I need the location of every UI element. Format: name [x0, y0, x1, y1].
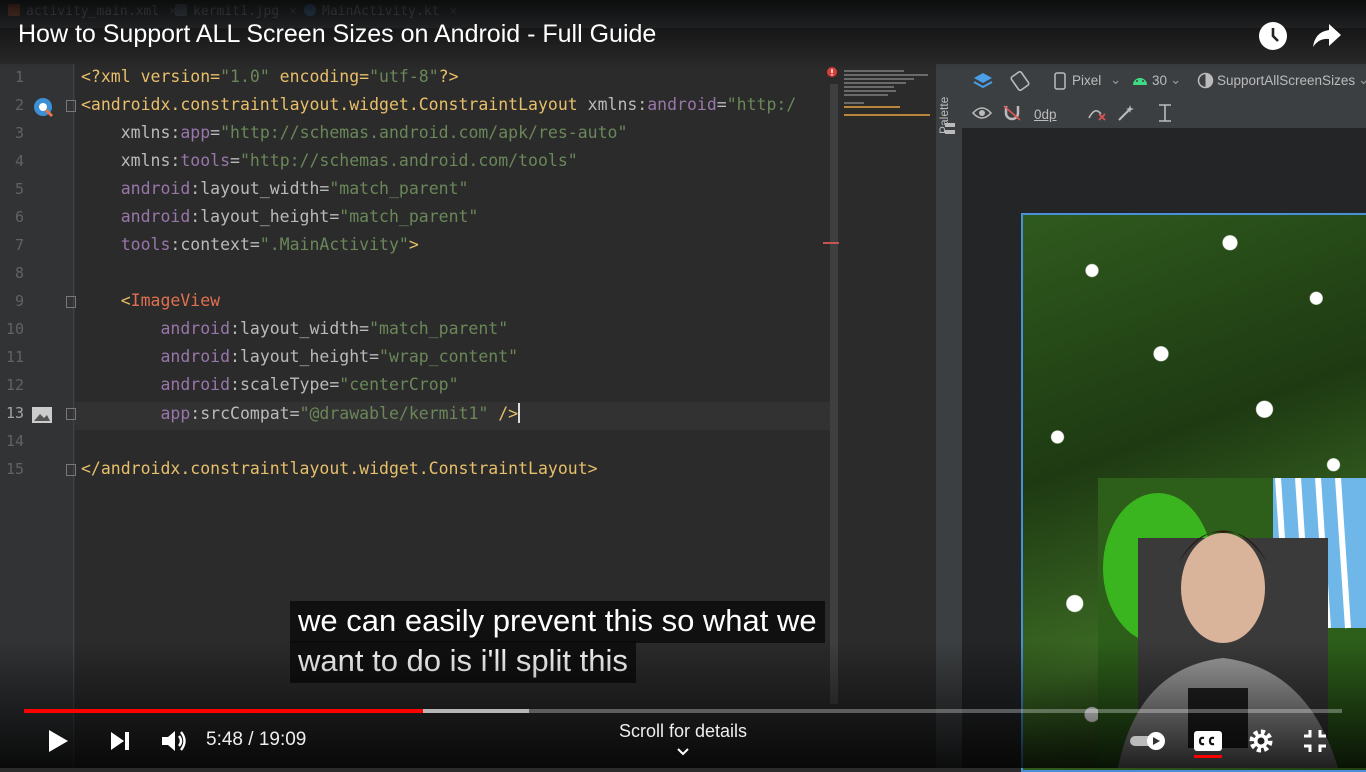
webcam-video: [1098, 478, 1366, 768]
design-toolbar: Pixel ⌄ 30 ⌄ SupportAllScreenSizes ⌄ 0dp: [962, 64, 1366, 128]
code-line-15[interactable]: </androidx.constraintlayout.widget.Const…: [81, 459, 598, 478]
progress-bar-played[interactable]: [24, 709, 423, 713]
line-number: 8: [14, 264, 24, 282]
xml-file-icon: [8, 4, 20, 16]
chevron-down-icon[interactable]: [675, 744, 691, 760]
code-line-12[interactable]: android:scaleType="centerCrop": [81, 375, 458, 394]
code-line-4[interactable]: xmlns:tools="http://schemas.android.com/…: [81, 151, 578, 170]
line-number: 12: [5, 376, 24, 394]
line-number: 5: [14, 180, 24, 198]
palette-strip[interactable]: [936, 64, 962, 768]
time-display: 5:48 / 19:09: [206, 729, 307, 750]
chevron-down-icon[interactable]: ⌄: [1170, 72, 1181, 88]
code-line-1[interactable]: <?xml version="1.0" encoding="utf-8"?>: [81, 67, 459, 86]
image-file-icon: [175, 4, 187, 16]
line-number: 3: [14, 124, 24, 142]
line-number: 14: [5, 432, 24, 450]
android-activity-icon[interactable]: [32, 96, 54, 118]
editor-scrollbar[interactable]: [830, 84, 838, 704]
subtitles-button[interactable]: [1193, 728, 1223, 758]
theme-icon[interactable]: [1197, 72, 1214, 89]
video-title[interactable]: How to Support ALL Screen Sizes on Andro…: [18, 20, 656, 49]
code-line-11[interactable]: android:layout_height="wrap_content": [81, 347, 518, 366]
code-minimap[interactable]: [840, 64, 935, 768]
error-indicator-icon[interactable]: [827, 67, 837, 77]
code-line-10[interactable]: android:layout_width="match_parent": [81, 319, 508, 338]
code-line-13[interactable]: app:srcCompat="@drawable/kermit1" />: [81, 403, 521, 423]
magic-wand-icon[interactable]: [1117, 104, 1135, 122]
guidelines-icon[interactable]: [1158, 104, 1172, 122]
code-line-6[interactable]: android:layout_height="match_parent": [81, 207, 479, 226]
magnet-off-icon[interactable]: [1002, 104, 1022, 122]
watch-later-icon[interactable]: [1257, 20, 1289, 52]
exit-fullscreen-icon[interactable]: [1302, 728, 1328, 754]
image-preview-icon[interactable]: [31, 406, 53, 424]
eye-icon[interactable]: [972, 106, 992, 120]
line-number: 13: [5, 404, 24, 422]
line-number: 9: [14, 292, 24, 310]
default-margin-selector[interactable]: 0dp: [1034, 107, 1057, 122]
api-level-selector[interactable]: 30: [1152, 73, 1167, 88]
code-line-3[interactable]: xmlns:app="http://schemas.android.com/ap…: [81, 123, 628, 142]
settings-gear-icon[interactable]: [1247, 727, 1275, 755]
chevron-down-icon[interactable]: ⌄: [1358, 72, 1366, 88]
layers-icon[interactable]: [972, 70, 994, 92]
play-button[interactable]: [46, 728, 70, 754]
error-stripe-marker[interactable]: [823, 242, 839, 244]
line-number: 7: [14, 236, 24, 254]
clear-constraints-icon[interactable]: [1087, 104, 1107, 122]
kotlin-file-icon: [304, 4, 316, 16]
palette-tab[interactable]: Palette: [937, 80, 961, 150]
next-button[interactable]: [108, 729, 132, 753]
line-number: 15: [5, 460, 24, 478]
device-phone-icon[interactable]: [1054, 72, 1066, 90]
line-number: 11: [5, 348, 24, 366]
chevron-down-icon[interactable]: ⌄: [1110, 72, 1121, 88]
close-icon[interactable]: ×: [289, 4, 297, 19]
fold-icon[interactable]: [66, 464, 76, 476]
line-number: 10: [5, 320, 24, 338]
orientation-icon[interactable]: [1009, 70, 1031, 92]
autoplay-toggle[interactable]: [1129, 731, 1167, 751]
code-line-2[interactable]: <androidx.constraintlayout.widget.Constr…: [81, 95, 796, 114]
theme-selector[interactable]: SupportAllScreenSizes: [1217, 73, 1355, 88]
code-line-5[interactable]: android:layout_width="match_parent": [81, 179, 469, 198]
fold-icon[interactable]: [66, 100, 76, 112]
fold-icon[interactable]: [66, 408, 76, 420]
component-tree-icon[interactable]: [944, 122, 956, 136]
line-number: 4: [14, 152, 24, 170]
scroll-for-details[interactable]: Scroll for details: [583, 721, 783, 742]
device-selector[interactable]: Pixel: [1072, 73, 1101, 88]
line-number: 1: [14, 68, 24, 86]
code-line-9[interactable]: <ImageView: [81, 291, 220, 310]
volume-button[interactable]: [160, 728, 188, 754]
text-cursor: [518, 403, 521, 423]
close-icon[interactable]: ×: [449, 4, 457, 19]
android-icon[interactable]: [1132, 74, 1148, 86]
line-number: 6: [14, 208, 24, 226]
line-number: 2: [14, 96, 24, 114]
caption-line: want to do is i'll split this: [290, 641, 636, 683]
caption-line: we can easily prevent this so what we: [290, 601, 825, 643]
code-line-7[interactable]: tools:context=".MainActivity">: [81, 235, 419, 254]
share-icon[interactable]: [1311, 22, 1343, 50]
fold-icon[interactable]: [66, 296, 76, 308]
